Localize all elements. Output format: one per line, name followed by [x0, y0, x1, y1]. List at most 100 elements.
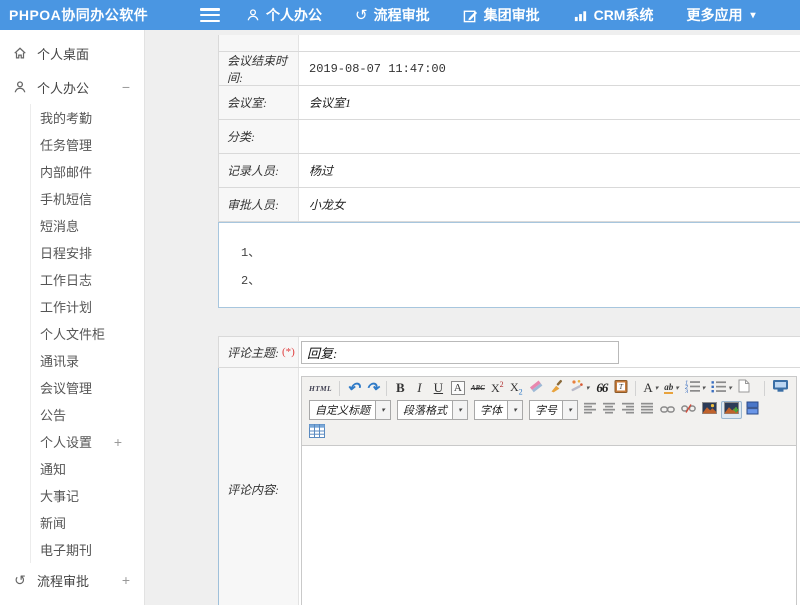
- sidebar-item-label: 日程安排: [40, 243, 92, 262]
- chevron-down-icon: ▾: [562, 401, 577, 419]
- html-source-button[interactable]: HTML: [307, 379, 334, 397]
- font-style-button[interactable]: A: [449, 379, 467, 397]
- sidebar-item-通讯录[interactable]: 通讯录: [31, 347, 144, 374]
- sidebar-item-label: 内部邮件: [40, 162, 92, 181]
- align-center-icon: [603, 402, 616, 418]
- sidebar-item-label: 短消息: [40, 216, 79, 235]
- sidebar-item-短消息[interactable]: 短消息: [31, 212, 144, 239]
- font-color-button[interactable]: A▾: [641, 379, 660, 397]
- chevron-down-icon: ▾: [507, 401, 522, 419]
- sidebar-item-新闻[interactable]: 新闻: [31, 509, 144, 536]
- align-left-icon[interactable]: [582, 401, 599, 419]
- comment-subject-input[interactable]: [301, 341, 619, 364]
- nav-item-label: 个人办公: [266, 5, 322, 25]
- expand-toggle-icon[interactable]: +: [122, 572, 130, 588]
- justify-icon[interactable]: [639, 401, 656, 419]
- align-center-icon[interactable]: [601, 401, 618, 419]
- bold-button[interactable]: B: [392, 379, 409, 397]
- select-label: 字体: [475, 401, 507, 419]
- unlink-icon[interactable]: [679, 401, 698, 419]
- sidebar-item-工作计划[interactable]: 工作计划: [31, 293, 144, 320]
- unordered-list-icon[interactable]: ▾: [709, 379, 734, 397]
- table-icon[interactable]: [307, 424, 327, 442]
- nav-item-personal-office[interactable]: 个人办公: [246, 5, 322, 25]
- underline-button[interactable]: U: [430, 379, 447, 397]
- comment-content-row: 评论内容: HTML↶↷BIUAABCX2X2▾66TA▾ab▾123▾▾ 自定…: [218, 368, 800, 605]
- sidebar-item-日程安排[interactable]: 日程安排: [31, 239, 144, 266]
- nav-item-label: 更多应用: [686, 5, 742, 25]
- link-icon: [660, 403, 675, 418]
- color-wand-icon[interactable]: ▾: [568, 379, 592, 397]
- sidebar-item-label: 工作日志: [40, 270, 92, 289]
- editor-toolbar-row3: [302, 422, 796, 445]
- sidebar-item-电子期刊[interactable]: 电子期刊: [31, 536, 144, 563]
- sidebar-item-工作日志[interactable]: 工作日志: [31, 266, 144, 293]
- subscript-button[interactable]: X2: [508, 379, 525, 397]
- italic-button[interactable]: I: [411, 379, 428, 397]
- media-icon[interactable]: [744, 401, 761, 419]
- font-family-select[interactable]: 字体▾: [474, 400, 523, 420]
- align-right-icon[interactable]: [620, 401, 637, 419]
- editor-toolbar-row1: HTML↶↷BIUAABCX2X2▾66TA▾ab▾123▾▾: [302, 377, 796, 399]
- nav-item-crm-system[interactable]: CRM系统: [573, 5, 654, 25]
- sidebar-item-label: 手机短信: [40, 189, 92, 208]
- editor-content-area[interactable]: [302, 445, 796, 605]
- nav-item-more-apps[interactable]: 更多应用▾: [686, 5, 755, 25]
- menu-toggle-icon[interactable]: [200, 8, 220, 22]
- content-line: 2、: [241, 267, 800, 295]
- sidebar-item-我的考勤[interactable]: 我的考勤: [31, 104, 144, 131]
- row-label: 审批人员:: [219, 188, 299, 221]
- heading-select[interactable]: 自定义标题▾: [309, 400, 391, 420]
- row-label: 会议结束时间:: [219, 52, 299, 85]
- blockquote-button[interactable]: 66: [593, 379, 610, 397]
- eraser-icon[interactable]: [527, 379, 546, 397]
- paste-text-icon[interactable]: T: [612, 379, 630, 397]
- sidebar-item-个人办公[interactable]: 个人办公−: [0, 70, 144, 104]
- image-icon[interactable]: [700, 401, 719, 419]
- sidebar-item-个人桌面[interactable]: 个人桌面: [0, 36, 144, 70]
- chevron-down-icon: ▾: [728, 384, 732, 392]
- strikethrough-button[interactable]: ABC: [469, 379, 487, 397]
- redo-icon[interactable]: ↷: [364, 379, 381, 397]
- sidebar: 个人桌面个人办公− 我的考勤任务管理内部邮件手机短信短消息日程安排工作日志工作计划…: [0, 30, 145, 605]
- sidebar-item-label: 电子期刊: [40, 540, 92, 559]
- nav-item-workflow-approval[interactable]: ↺流程审批: [355, 5, 430, 25]
- sidebar-item-个人文件柜[interactable]: 个人文件柜: [31, 320, 144, 347]
- chevron-down-icon: ▾: [586, 384, 590, 392]
- ordered-list-icon[interactable]: 123▾: [683, 379, 708, 397]
- nav-item-group-approval[interactable]: 集团审批: [463, 5, 540, 25]
- sidebar-item-label: 会议管理: [40, 378, 92, 397]
- toolbar-separator: [339, 381, 340, 396]
- superscript-button[interactable]: X2: [489, 379, 506, 397]
- sidebar-item-内部邮件[interactable]: 内部邮件: [31, 158, 144, 185]
- fullscreen-monitor-icon[interactable]: [770, 379, 791, 397]
- expand-toggle-icon[interactable]: −: [122, 79, 130, 95]
- eraser-icon: [529, 379, 544, 397]
- sidebar-item-label: 个人设置: [40, 432, 92, 451]
- chevron-down-icon: ▾: [675, 384, 679, 392]
- sidebar-item-通知[interactable]: 通知: [31, 455, 144, 482]
- row-value: 2019-08-07 11:47:00: [299, 52, 800, 85]
- sidebar-item-流程审批[interactable]: ↺流程审批+: [0, 563, 144, 597]
- paragraph-format-select[interactable]: 段落格式▾: [397, 400, 468, 420]
- undo-icon[interactable]: ↶: [345, 379, 362, 397]
- sidebar-item-公告[interactable]: 公告: [31, 401, 144, 428]
- sidebar-item-手机短信[interactable]: 手机短信: [31, 185, 144, 212]
- sidebar-item-label: 我的考勤: [40, 108, 92, 127]
- highlight-button[interactable]: ab▾: [662, 379, 681, 397]
- paste-text-icon: T: [614, 379, 628, 397]
- link-icon[interactable]: [658, 401, 677, 419]
- sidebar-item-个人设置[interactable]: 个人设置 +: [31, 428, 144, 455]
- flash-image-icon[interactable]: [721, 401, 742, 419]
- svg-text:3: 3: [685, 389, 689, 393]
- sidebar-item-会议管理[interactable]: 会议管理: [31, 374, 144, 401]
- format-brush-icon[interactable]: [548, 379, 566, 397]
- sidebar-item-label: 流程审批: [37, 571, 89, 590]
- sidebar-item-大事记[interactable]: 大事记: [31, 482, 144, 509]
- expand-toggle-icon[interactable]: +: [114, 434, 122, 450]
- new-page-icon[interactable]: [736, 379, 753, 397]
- ordered-list-icon: 123: [685, 380, 700, 397]
- table-row: 审批人员:小龙女: [219, 188, 800, 222]
- sidebar-item-任务管理[interactable]: 任务管理: [31, 131, 144, 158]
- font-size-select[interactable]: 字号▾: [529, 400, 578, 420]
